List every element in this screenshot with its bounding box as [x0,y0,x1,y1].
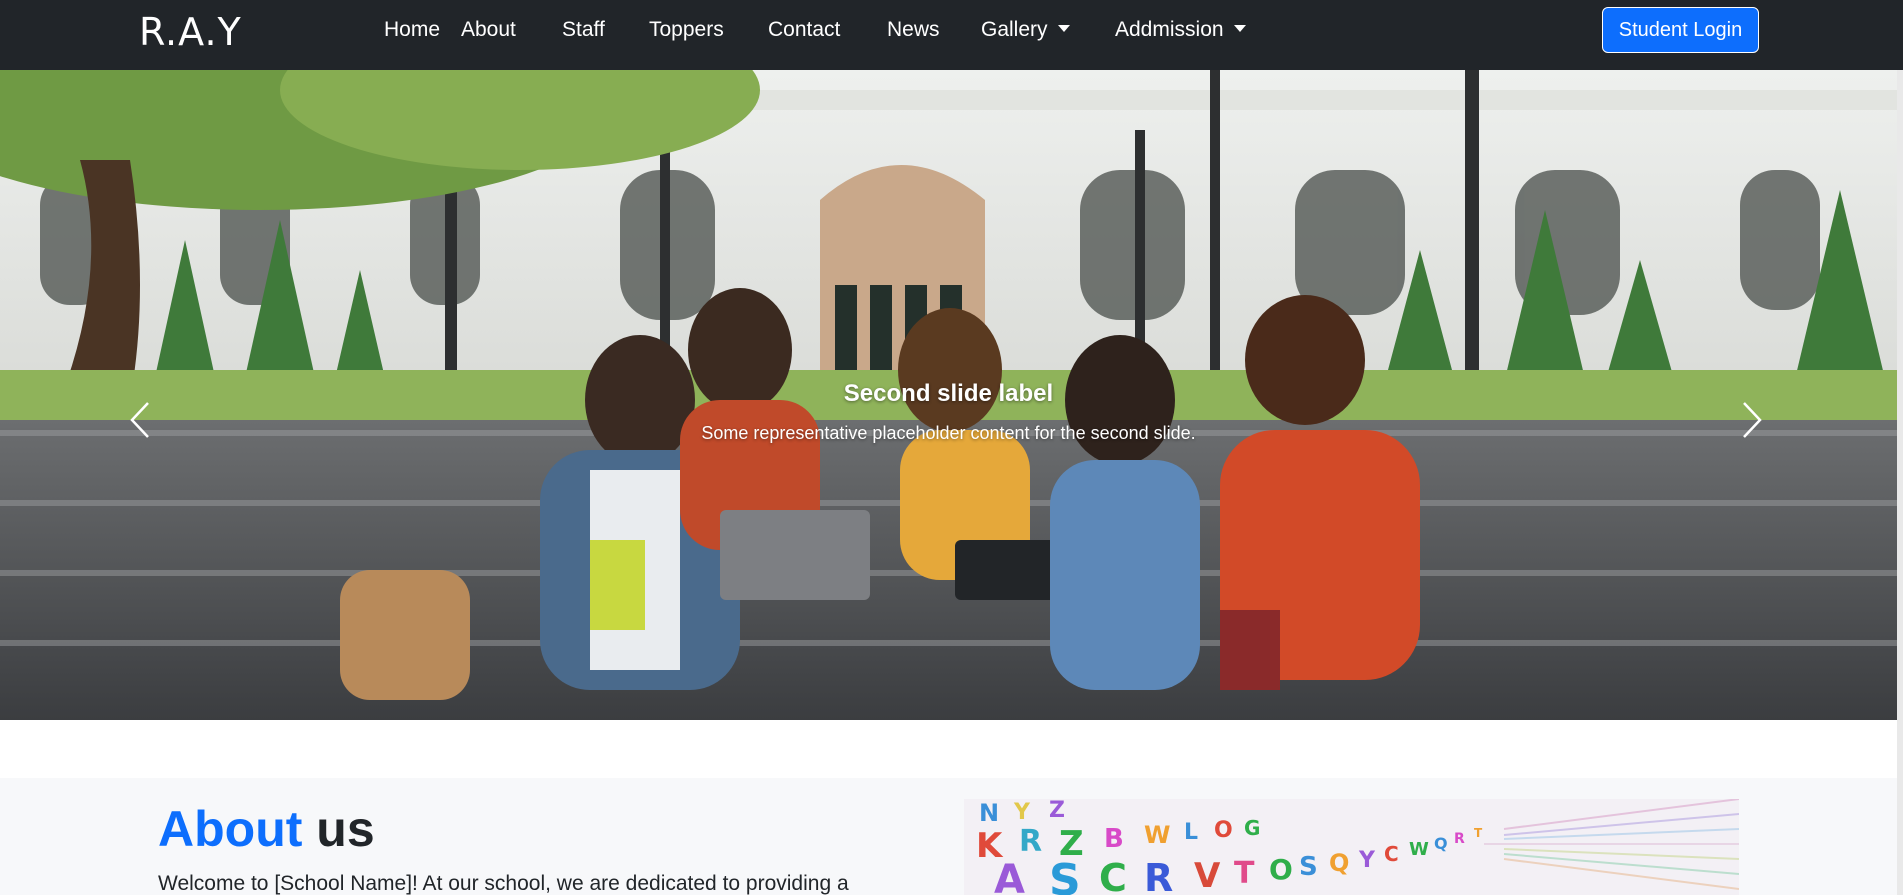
svg-text:S: S [1299,852,1318,882]
svg-text:C: C [1384,842,1399,866]
about-heading-rest: us [316,801,375,857]
carousel-caption-text: Some representative placeholder content … [701,423,1196,443]
caret-down-icon [1233,24,1246,32]
nav-gallery-dropdown[interactable]: Gallery [981,18,1070,42]
svg-text:T: T [1474,826,1483,840]
svg-text:L: L [1184,820,1198,845]
nav-toppers[interactable]: Toppers [649,18,724,42]
svg-text:V: V [1194,856,1221,895]
svg-text:G: G [1244,816,1260,840]
svg-text:R: R [1454,831,1465,847]
about-paragraph: Welcome to [School Name]! At our school,… [158,872,849,895]
nav-about[interactable]: About [461,18,516,42]
hero-carousel: Second slide label Some representative p… [0,70,1897,720]
svg-text:R: R [1144,856,1173,895]
svg-text:Y: Y [1013,800,1031,825]
svg-text:Q: Q [1329,849,1349,877]
svg-text:O: O [1214,818,1233,843]
nav-staff[interactable]: Staff [562,18,605,42]
svg-text:C: C [1099,856,1127,895]
svg-text:A: A [994,857,1025,895]
page-scrollbar[interactable] [1897,70,1903,895]
svg-text:W: W [1144,821,1170,849]
about-image: N Y Z K R Z B W L O G A S C R V T O S Q … [964,799,1739,895]
nav-news[interactable]: News [887,18,940,42]
svg-text:R: R [1019,824,1042,859]
nav-admission-dropdown[interactable]: Addmission [1115,18,1246,42]
svg-text:N: N [979,799,999,827]
nav-admission-label: Addmission [1115,18,1224,41]
svg-text:B: B [1104,824,1124,854]
brand-logo[interactable]: R.A.Y [139,10,242,54]
about-heading-accent: About [158,801,303,857]
carousel-caption-title: Second slide label [843,380,1054,407]
student-login-button[interactable]: Student Login [1602,7,1759,53]
nav-gallery-label: Gallery [981,18,1048,41]
caret-down-icon [1057,24,1070,32]
svg-text:O: O [1269,853,1293,886]
svg-text:Q: Q [1434,834,1448,853]
svg-text:Z: Z [1049,799,1065,823]
svg-text:W: W [1409,839,1429,860]
nav-contact[interactable]: Contact [768,18,840,42]
navbar: R.A.Y Home About Staff Toppers Contact N… [0,0,1903,70]
svg-text:Y: Y [1358,848,1376,873]
alphabet-letters-image: N Y Z K R Z B W L O G A S C R V T O S Q … [964,799,1739,895]
svg-text:S: S [1049,855,1081,895]
nav-home[interactable]: Home [384,18,440,42]
svg-text:T: T [1234,856,1255,891]
about-heading: About us [158,800,375,858]
